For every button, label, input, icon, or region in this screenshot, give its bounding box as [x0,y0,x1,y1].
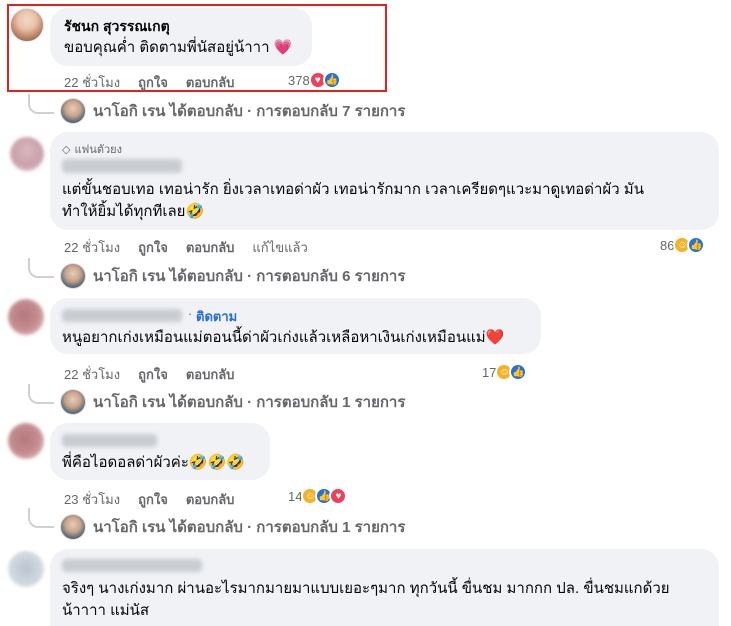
diamond-icon: ◇ [62,143,71,156]
comment-bubble: ◇ แฟนตัวยง แต่ขั้นชอบเทอ เทอน่ารัก ยิ่งเ… [50,132,719,230]
avatar [60,389,86,415]
like-button[interactable]: ถูกใจ [138,364,168,385]
thread-connector [28,94,54,114]
comment-time[interactable]: 22 ชั่วโมง [64,364,120,385]
reaction-count: 17 [482,364,497,380]
avatar[interactable] [8,299,44,335]
comment-author[interactable]: รัชนก สุวรรณเกตุ [64,16,170,38]
blurred-author-name [62,159,182,173]
reply-button[interactable]: ตอบกลับ [186,72,235,93]
reply-summary: นาโอกิ เรน ได้ตอบกลับ · การตอบกลับ 1 ราย… [93,394,406,411]
comment-time[interactable]: 22 ชั่วโมง [64,237,120,258]
view-replies-link[interactable]: นาโอกิ เรน ได้ตอบกลับ · การตอบกลับ 1 ราย… [60,389,405,415]
thread-connector [28,258,54,278]
like-icon: 👍 [509,363,528,381]
comment-bubble: จริงๆ นางเก่งมาก ผ่านอะไรมากมายมาแบบเยอะ… [50,549,719,626]
comment-actions: 23 ชั่วโมง ถูกใจ ตอบกลับ [64,489,234,510]
reply-button[interactable]: ตอบกลับ [186,364,235,385]
reply-button[interactable]: ตอบกลับ [186,237,235,258]
comment-bubble: รัชนก สุวรรณเกตุ ขอบคุณค่ำ ติดตามพี่นัสอ… [50,8,312,66]
like-button[interactable]: ถูกใจ [138,237,168,258]
view-replies-link[interactable]: นาโอกิ เรน ได้ตอบกลับ · การตอบกลับ 7 ราย… [60,98,405,124]
like-icon: 👍 [687,236,706,254]
reaction-count: 86 [660,237,675,253]
reply-summary: นาโอกิ เรน ได้ตอบกลับ · การตอบกลับ 7 ราย… [93,103,406,120]
avatar[interactable] [8,423,44,459]
blurred-author-name [62,559,202,572]
comment-text-line: แต่ขั้นชอบเทอ เทอน่ารัก ยิ่งเวลาเทอด่าผั… [62,181,644,198]
blurred-author-name [62,434,157,447]
comment-text-line: ทำให้ยิ้มได้ทุกทีเลย🤣 [62,203,205,220]
avatar [60,263,86,289]
comment-actions: 22 ชั่วโมง ถูกใจ ตอบกลับ [64,72,234,93]
like-button[interactable]: ถูกใจ [138,72,168,93]
avatar [60,98,86,124]
blurred-author-name [62,309,182,322]
comment-text-line: จริงๆ นางเก่งมาก ผ่านอะไรมากมายมาแบบเยอะ… [62,580,670,597]
reaction-summary[interactable]: 17 ☺ 👍 [482,363,528,381]
comment-actions: 22 ชั่วโมง ถูกใจ ตอบกลับ [64,364,234,385]
comment-text: หนูอยากเก่งเหมือนแม่ตอนนี้ด่าผัวเก่งแล้ว… [62,329,505,346]
comment-actions: 22 ชั่วโมง ถูกใจ ตอบกลับ แก้ไขแล้ว [64,237,308,258]
view-replies-link[interactable]: นาโอกิ เรน ได้ตอบกลับ · การตอบกลับ 1 ราย… [60,514,405,540]
avatar[interactable] [10,137,44,171]
reaction-summary[interactable]: 378 ♥ 👍 [288,71,341,89]
avatar[interactable] [8,551,44,587]
view-replies-link[interactable]: นาโอกิ เรน ได้ตอบกลับ · การตอบกลับ 6 ราย… [60,263,405,289]
comment-bubble: · ติดตาม หนูอยากเก่งเหมือนแม่ตอนนี้ด่าผั… [50,298,541,354]
comment-time[interactable]: 23 ชั่วโมง [64,489,120,510]
like-icon: 👍 [322,71,341,89]
edited-label: แก้ไขแล้ว [252,240,308,255]
reply-summary: นาโอกิ เรน ได้ตอบกลับ · การตอบกลับ 6 ราย… [93,268,406,285]
badge-label: แฟนตัวยง [74,144,123,156]
avatar[interactable] [10,8,44,42]
reaction-summary[interactable]: 14 ☺ 👍 ♥ [288,487,348,505]
love-icon: ♥ [329,487,348,505]
thread-connector [28,384,54,404]
thread-connector [28,508,54,528]
reaction-count: 14 [288,488,303,504]
follow-button[interactable]: ติดตาม [196,306,237,327]
reaction-count: 378 [288,72,310,88]
reply-summary: นาโอกิ เรน ได้ตอบกลับ · การตอบกลับ 1 ราย… [93,519,406,536]
comment-bubble: พี่คือไอดอลด่าผัวค่ะ🤣🤣🤣 [50,423,270,480]
comment-text-line: น้าาาา แม่นัส [62,602,150,619]
like-button[interactable]: ถูกใจ [138,489,168,510]
reply-button[interactable]: ตอบกลับ [186,489,235,510]
top-fan-badge: ◇ แฟนตัวยง [62,140,122,158]
reaction-summary[interactable]: 86 ☺ 👍 [660,236,706,254]
avatar [60,514,86,540]
separator-dot: · [188,306,193,321]
comment-time[interactable]: 22 ชั่วโมง [64,72,120,93]
comment-text: ขอบคุณค่ำ ติดตามพี่นัสอยู่น้าาา 💗 [64,39,293,56]
comment-text: พี่คือไอดอลด่าผัวค่ะ🤣🤣🤣 [62,454,245,471]
